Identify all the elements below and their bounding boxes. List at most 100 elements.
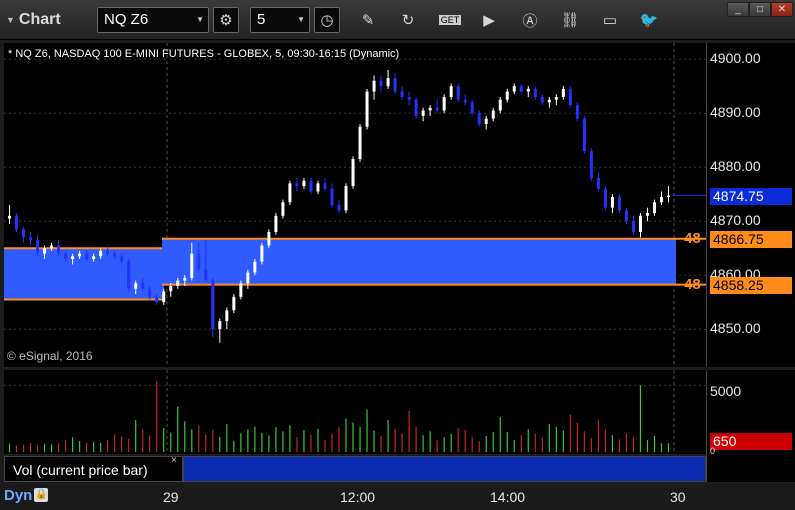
candle-body [470, 102, 474, 114]
candle-body [393, 78, 397, 92]
candle-body [148, 288, 152, 297]
candle-body [43, 248, 47, 254]
candle-body [344, 186, 348, 211]
candle-body [505, 91, 509, 100]
candle-body [36, 240, 40, 254]
candle-body [253, 261, 257, 273]
candle-body [400, 91, 404, 97]
level-upper-tag: 4866.75 [710, 230, 792, 248]
candle-body [113, 253, 117, 257]
candle-body [666, 195, 670, 197]
price-tick-label: 4880.00 [710, 158, 761, 175]
candle-body [15, 215, 19, 230]
candle-body [29, 237, 33, 241]
candle-body [617, 196, 621, 211]
candle-body [260, 245, 264, 262]
candle-body [603, 188, 607, 208]
candle-body [379, 80, 383, 87]
candle-body [645, 213, 649, 216]
candle-body [337, 205, 341, 211]
candle-body [8, 215, 12, 219]
candle-body [659, 196, 663, 203]
candle-body [232, 296, 236, 311]
candle-body [526, 88, 530, 92]
candle-body [638, 215, 642, 232]
candle-body [512, 86, 516, 92]
candle-body [596, 178, 600, 189]
candle-body [330, 188, 334, 205]
candle-body [435, 107, 439, 111]
candle-body [64, 253, 68, 259]
prior-day-band [4, 248, 164, 300]
chart-canvas[interactable] [0, 0, 795, 510]
candle-body [547, 99, 551, 103]
candle-body [239, 283, 243, 297]
candle-body [162, 291, 166, 303]
volume-study-title[interactable]: Vol (current price bar) [4, 456, 183, 482]
candle-body [204, 269, 208, 281]
candle-body [491, 110, 495, 119]
candle-body [624, 210, 628, 222]
candle-body [183, 277, 187, 281]
price-tick-label: 4870.00 [710, 212, 761, 229]
candle-body [71, 256, 75, 259]
candle-body [589, 151, 593, 178]
level-band [162, 238, 676, 285]
candle-body [554, 97, 558, 100]
last-price-tag: 4874.75 [710, 187, 792, 205]
candle-body [127, 261, 131, 289]
time-tick-label: 14:00 [490, 489, 526, 505]
candle-body [99, 250, 103, 257]
candle-body [141, 283, 145, 289]
candle-body [169, 286, 173, 292]
volume-axis-zero: 0 [710, 446, 716, 456]
candle-body [267, 232, 271, 246]
candle-body [225, 310, 229, 322]
candle-body [533, 88, 537, 97]
candle-body [57, 245, 61, 254]
candle-body [281, 202, 285, 216]
candle-body [218, 321, 222, 330]
candle-body [498, 99, 502, 111]
candle-body [428, 107, 432, 111]
candle-body [575, 105, 579, 119]
volume-current-tag: 650 [710, 433, 792, 450]
time-tick-label: 29 [163, 489, 179, 505]
candle-body [22, 229, 26, 238]
candle-body [519, 86, 523, 92]
candle-body [176, 280, 180, 286]
candle-body [449, 86, 453, 97]
copyright-label: © eSignal, 2016 [7, 349, 93, 363]
candle-body [309, 180, 313, 192]
level-lower-label: 48 [684, 275, 701, 293]
dynamic-mode-indicator[interactable]: Dyn 🔒 [4, 485, 49, 505]
candle-body [155, 296, 159, 303]
close-study-icon[interactable]: × [171, 455, 177, 466]
mode-label: Dyn [4, 486, 33, 504]
time-tick-label: 30 [670, 489, 686, 505]
candle-body [85, 253, 89, 259]
candle-body [484, 118, 488, 124]
time-tick-label: 12:00 [340, 489, 376, 505]
candle-body [652, 202, 656, 214]
candle-body [568, 88, 572, 106]
candle-body [358, 126, 362, 160]
candle-body [134, 283, 138, 289]
candle-body [407, 97, 411, 100]
candle-body [421, 110, 425, 116]
candle-body [561, 88, 565, 97]
price-tick-label: 4850.00 [710, 320, 761, 337]
candle-body [442, 97, 446, 111]
candle-body [463, 99, 467, 103]
candle-body [92, 256, 96, 259]
candle-body [190, 253, 194, 278]
price-tick-label: 4900.00 [710, 50, 761, 67]
lock-icon[interactable]: 🔒 [34, 488, 49, 502]
candle-body [50, 245, 54, 249]
candle-body [631, 221, 635, 232]
candle-body [610, 196, 614, 208]
candle-body [323, 183, 327, 189]
candle-body [582, 118, 586, 151]
candle-body [365, 91, 369, 127]
candle-body [288, 183, 292, 203]
